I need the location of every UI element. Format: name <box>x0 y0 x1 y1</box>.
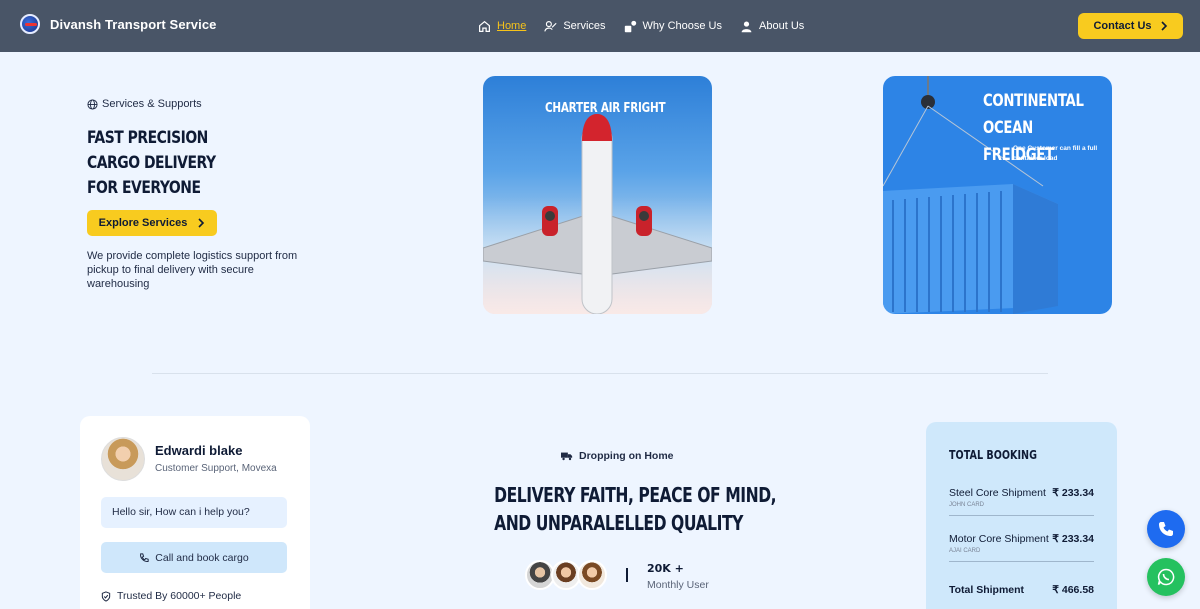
hero-description: We provide complete logistics support fr… <box>87 250 298 290</box>
why-icon <box>624 20 636 32</box>
booking-total-amount: ₹ 466.58 <box>1052 584 1094 596</box>
brand-logo-icon <box>20 14 40 34</box>
tagline-line: AND UNPARALELLED QUALITY <box>494 511 743 535</box>
trusted-text: Trusted By 60000+ People <box>117 590 242 602</box>
air-freight-caption: CHARTER AIR FRIGHT <box>545 101 666 116</box>
nav-item-why-choose-us[interactable]: Why Choose Us <box>624 20 722 33</box>
dropping-label: Dropping on Home <box>561 450 674 462</box>
agent-role: Customer Support, Movexa <box>155 463 277 474</box>
tagline-line: DELIVERY FAITH, PEACE OF MIND, <box>494 483 777 507</box>
booking-row-amount: ₹ 233.34 <box>1052 487 1094 499</box>
hero-eyebrow-text: Services & Supports <box>102 98 202 110</box>
phone-icon <box>140 552 149 562</box>
hero-title-line: CARGO DELIVERY <box>87 153 216 173</box>
booking-row-name: Motor Core Shipment <box>949 533 1049 545</box>
truck-icon <box>561 452 573 461</box>
chat-message: Hello sir, How can i help you? <box>101 497 287 528</box>
total-booking-card: TOTAL BOOKING Steel Core Shipment ₹ 233.… <box>926 422 1117 609</box>
nav-links: Home Services Why Choose Us About Us <box>478 0 804 52</box>
tagline: DELIVERY FAITH, PEACE OF MIND, AND UNPAR… <box>494 481 777 537</box>
brand[interactable]: Divansh Transport Service <box>20 14 217 34</box>
shield-check-icon <box>101 590 111 602</box>
nav-label-why: Why Choose Us <box>642 20 723 32</box>
ocean-caption-line: CONTINENTAL <box>983 91 1084 111</box>
whatsapp-button[interactable] <box>1147 558 1185 596</box>
chevron-right-icon <box>1160 21 1167 31</box>
nav-label-services: Services <box>563 20 606 32</box>
air-freight-card: CHARTER AIR FRIGHT <box>483 76 712 314</box>
booking-row-name: Steel Core Shipment <box>949 487 1046 499</box>
avatar <box>577 560 607 590</box>
monthly-users-value: 20K + <box>647 562 684 575</box>
phone-icon <box>1159 522 1173 536</box>
home-icon <box>479 20 490 32</box>
nav-label-home: Home <box>497 20 527 32</box>
nav-item-services[interactable]: Services <box>544 20 606 33</box>
ocean-freight-subtext: One Customer can fill a full container l… <box>1013 145 1098 162</box>
booking-row-card: AJAI CARD <box>949 548 981 554</box>
avatar <box>101 437 145 481</box>
user-avatars <box>525 560 607 590</box>
ocean-freight-card: CONTINENTAL OCEAN FREIDGET One Customer … <box>883 76 1112 314</box>
booking-row-card: JOHN CARD <box>949 502 985 508</box>
hero-title: FAST PRECISION CARGO DELIVERY FOR EVERYO… <box>87 126 216 201</box>
booking-row-amount: ₹ 233.34 <box>1052 533 1094 545</box>
services-icon <box>544 20 557 32</box>
nav-label-about: About Us <box>759 20 805 32</box>
navbar: Divansh Transport Service Home Services … <box>0 0 1200 52</box>
phone-call-button[interactable] <box>1147 510 1185 548</box>
support-chat-card: Edwardi blake Customer Support, Movexa H… <box>80 416 310 609</box>
hero-eyebrow: Services & Supports <box>87 98 202 110</box>
chevron-right-icon <box>198 218 205 228</box>
nav-item-about-us[interactable]: About Us <box>740 20 804 33</box>
trusted-badge: Trusted By 60000+ People <box>101 590 241 602</box>
hero-title-line: FOR EVERYONE <box>87 178 201 198</box>
hero-title-line: FAST PRECISION <box>87 128 208 148</box>
agent-name: Edwardi blake <box>155 443 243 458</box>
row-divider <box>949 561 1094 562</box>
dropping-text: Dropping on Home <box>579 450 674 462</box>
explore-services-label: Explore Services <box>98 217 188 229</box>
booking-total-name: Total Shipment <box>949 584 1025 596</box>
monthly-users-label: Monthly User <box>647 579 709 591</box>
whatsapp-icon <box>1157 568 1175 586</box>
user-icon <box>741 20 752 32</box>
brand-name: Divansh Transport Service <box>50 16 217 32</box>
stat-separator <box>626 568 628 582</box>
call-and-book-label: Call and book cargo <box>155 551 249 564</box>
booking-title: TOTAL BOOKING <box>949 448 1037 462</box>
section-divider <box>152 373 1048 374</box>
call-and-book-button[interactable]: Call and book cargo <box>101 542 287 573</box>
contact-us-button[interactable]: Contact Us <box>1078 13 1183 39</box>
row-divider <box>949 515 1094 516</box>
globe-icon <box>87 98 98 110</box>
explore-services-button[interactable]: Explore Services <box>87 210 217 236</box>
contact-us-label: Contact Us <box>1093 20 1152 32</box>
nav-item-home[interactable]: Home <box>478 20 526 33</box>
